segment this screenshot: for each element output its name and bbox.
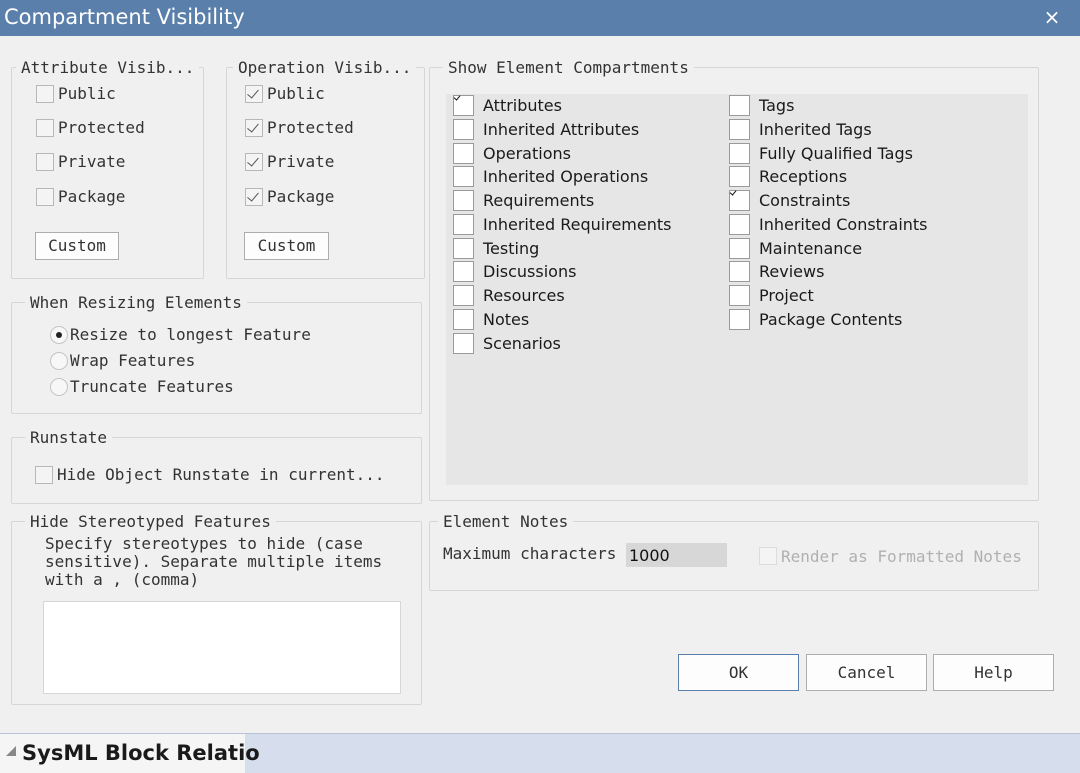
diagram-tab[interactable]: SysML Block Relatio xyxy=(0,734,260,773)
compartment-fully-qualified-tags-checkbox[interactable] xyxy=(729,142,750,164)
stereotyped-description: Specify stereotypes to hide (case sensit… xyxy=(45,535,382,589)
attribute-package-checkbox[interactable] xyxy=(36,188,54,206)
operation-private-checkbox[interactable] xyxy=(245,153,263,171)
compartment-tags-label: Tags xyxy=(759,96,795,115)
operation-public-checkbox[interactable] xyxy=(245,85,263,103)
operation-visibility-legend: Operation Visib... xyxy=(233,58,417,77)
stereotyped-desc-line1: Specify stereotypes to hide (case xyxy=(45,534,363,553)
compartment-inherited-constraints-checkbox[interactable] xyxy=(729,213,750,235)
compartment-reviews-label: Reviews xyxy=(759,262,825,282)
compartment-constraints-checkbox[interactable] xyxy=(729,190,750,211)
radio-resize-to-longest-feature[interactable] xyxy=(50,326,68,344)
radio-truncate-features[interactable] xyxy=(50,378,68,396)
radio-truncate-features-label: Truncate Features xyxy=(70,377,234,396)
attribute-package-label: Package xyxy=(58,187,126,206)
attribute-private-label: Private xyxy=(58,152,126,171)
compartment-resources-label: Resources xyxy=(483,286,565,305)
attribute-visibility-legend: Attribute Visib... xyxy=(16,58,200,77)
radio-wrap-features-label: Wrap Features xyxy=(70,351,196,370)
compartment-discussions-checkbox[interactable] xyxy=(453,261,474,283)
cancel-button[interactable]: Cancel xyxy=(806,654,927,691)
compartment-operations-label: Operations xyxy=(483,143,571,163)
compartment-project-label: Project xyxy=(759,286,814,305)
compartment-scenarios-checkbox[interactable] xyxy=(453,332,474,354)
stereotyped-desc-line3: with a , (comma) xyxy=(45,570,200,589)
compartment-inherited-operations-checkbox[interactable] xyxy=(453,166,474,188)
max-characters-label: Maximum characters xyxy=(443,544,617,563)
compartment-constraints-label: Constraints xyxy=(759,191,851,210)
compartment-package-contents-checkbox[interactable] xyxy=(729,308,750,330)
compartment-requirements-label: Requirements xyxy=(483,191,595,210)
radio-wrap-features[interactable] xyxy=(50,352,68,370)
operation-protected-checkbox[interactable] xyxy=(245,119,263,137)
compartment-inherited-requirements-checkbox[interactable] xyxy=(453,213,474,235)
attribute-custom-button[interactable]: Custom xyxy=(35,232,119,260)
stereotyped-legend: Hide Stereotyped Features xyxy=(25,512,276,531)
attribute-protected-label: Protected xyxy=(58,118,145,137)
attribute-protected-checkbox[interactable] xyxy=(36,119,54,137)
title-bar: Compartment Visibility × xyxy=(0,0,1080,36)
compartment-operations-checkbox[interactable] xyxy=(453,142,474,164)
compartment-receptions-label: Receptions xyxy=(759,167,848,187)
attribute-private-checkbox[interactable] xyxy=(36,153,54,171)
render-formatted-checkbox[interactable] xyxy=(759,547,777,565)
operation-private-label: Private xyxy=(267,152,335,171)
compartment-inherited-constraints-label: Inherited Constraints xyxy=(759,214,928,234)
compartment-inherited-tags-checkbox[interactable] xyxy=(729,118,750,140)
compartment-discussions-label: Discussions xyxy=(483,262,577,282)
compartment-resources-checkbox[interactable] xyxy=(453,285,474,306)
operation-package-label: Package xyxy=(267,187,335,206)
attribute-public-checkbox[interactable] xyxy=(36,85,54,103)
compartment-inherited-tags-label: Inherited Tags xyxy=(759,119,872,139)
compartment-project-checkbox[interactable] xyxy=(729,285,750,306)
compartment-inherited-requirements-label: Inherited Requirements xyxy=(483,214,672,234)
compartment-inherited-attributes-label: Inherited Attributes xyxy=(483,119,640,139)
resizing-legend: When Resizing Elements xyxy=(25,293,247,312)
compartment-package-contents-label: Package Contents xyxy=(759,309,903,329)
attribute-public-label: Public xyxy=(58,84,116,103)
help-button[interactable]: Help xyxy=(933,654,1054,691)
operation-custom-button[interactable]: Custom xyxy=(244,232,329,260)
compartment-tags-checkbox[interactable] xyxy=(729,95,750,116)
max-characters-input[interactable] xyxy=(626,543,727,567)
compartment-fully-qualified-tags-label: Fully Qualified Tags xyxy=(759,143,913,163)
stereotypes-input[interactable] xyxy=(43,601,401,694)
close-icon[interactable]: × xyxy=(1040,4,1064,30)
compartment-requirements-checkbox[interactable] xyxy=(453,190,474,211)
compartment-testing-label: Testing xyxy=(483,238,540,258)
operation-protected-label: Protected xyxy=(267,118,354,137)
compartment-testing-checkbox[interactable] xyxy=(453,237,474,259)
diagram-tab-label: SysML Block Relatio xyxy=(22,741,260,765)
show-compartments-legend: Show Element Compartments xyxy=(443,58,694,77)
compartment-maintenance-checkbox[interactable] xyxy=(729,237,750,259)
compartment-notes-label: Notes xyxy=(483,309,530,329)
compartment-attributes-label: Attributes xyxy=(483,96,562,115)
compartment-scenarios-label: Scenarios xyxy=(483,333,561,353)
compartment-notes-checkbox[interactable] xyxy=(453,308,474,330)
stereotyped-desc-line2: sensitive). Separate multiple items xyxy=(45,552,383,571)
element-notes-legend: Element Notes xyxy=(438,512,574,531)
compartment-inherited-attributes-checkbox[interactable] xyxy=(453,118,474,140)
operation-public-label: Public xyxy=(267,84,325,103)
ok-button[interactable]: OK xyxy=(678,654,799,691)
hide-runstate-label: Hide Object Runstate in current... xyxy=(57,465,385,484)
compartment-maintenance-label: Maintenance xyxy=(759,238,863,258)
window-title: Compartment Visibility xyxy=(4,5,245,29)
radio-resize-to-longest-feature-label: Resize to longest Feature xyxy=(70,325,311,344)
render-formatted-label: Render as Formatted Notes xyxy=(781,547,1022,566)
compartment-attributes-checkbox[interactable] xyxy=(453,95,474,116)
runstate-legend: Runstate xyxy=(25,428,113,447)
compartment-inherited-operations-label: Inherited Operations xyxy=(483,167,649,187)
compartment-reviews-checkbox[interactable] xyxy=(729,261,750,283)
hide-runstate-checkbox[interactable] xyxy=(35,466,53,484)
operation-package-checkbox[interactable] xyxy=(245,188,263,206)
compartment-receptions-checkbox[interactable] xyxy=(729,166,750,188)
collapse-triangle-icon xyxy=(6,746,16,756)
